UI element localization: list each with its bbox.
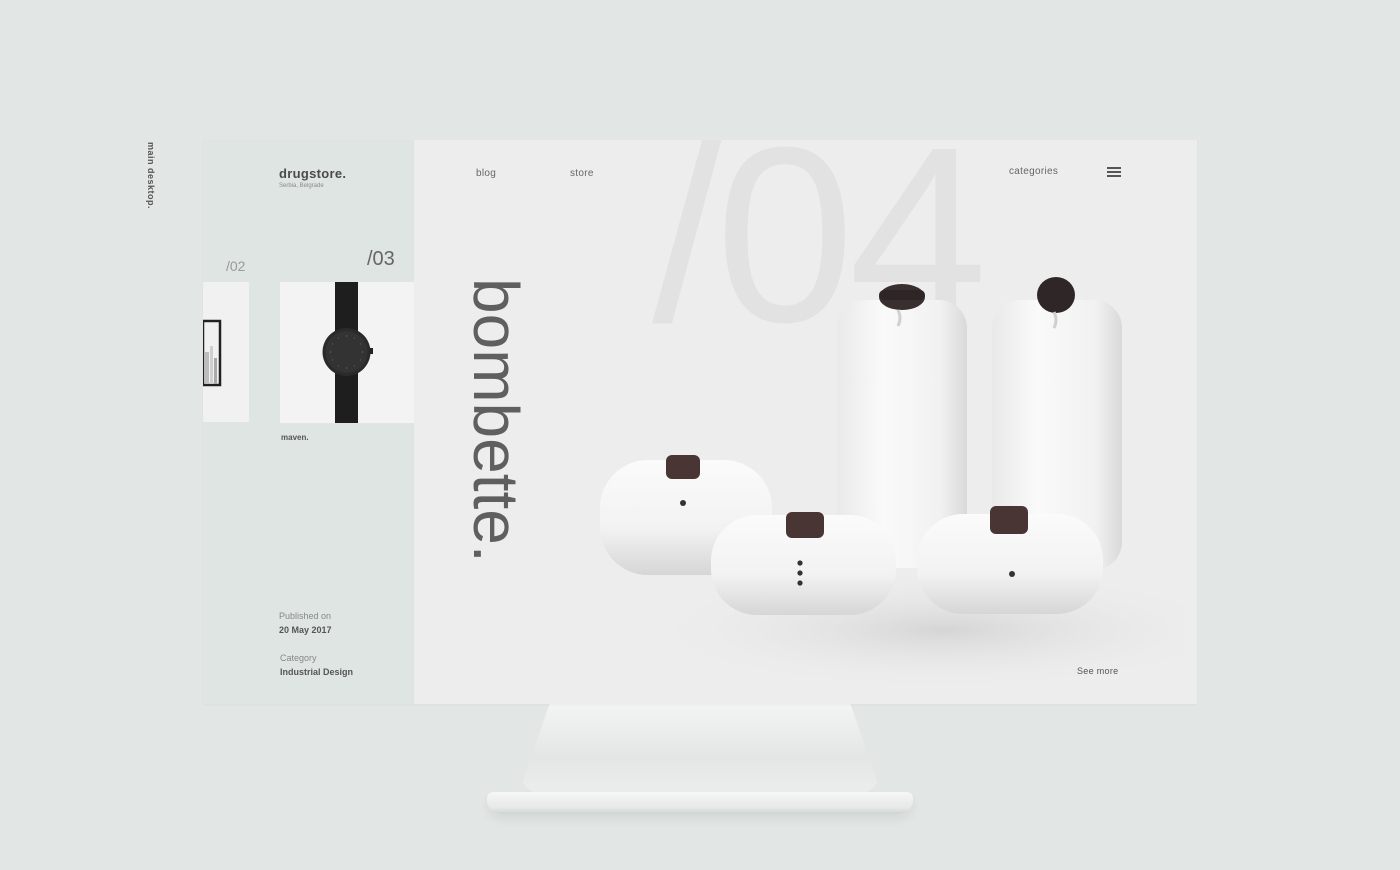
brand-name[interactable]: drugstore. xyxy=(279,166,346,181)
prev-index[interactable]: /02 xyxy=(226,258,245,274)
monitor-stand-neck xyxy=(518,700,882,796)
hamburger-menu-icon[interactable] xyxy=(1107,167,1121,179)
monitor-screen: drugstore. Serbia, Belgrade /02 /03 mave… xyxy=(203,140,1197,704)
nav-store[interactable]: store xyxy=(570,168,594,179)
shelf-image xyxy=(203,282,249,422)
published-label: Published on xyxy=(279,611,332,621)
published-date: 20 May 2017 xyxy=(279,625,332,635)
hero-title: bombette. xyxy=(460,278,532,563)
nav-categories[interactable]: categories xyxy=(1009,166,1058,177)
brand[interactable]: drugstore. Serbia, Belgrade xyxy=(279,166,346,189)
brand-location: Serbia, Belgrade xyxy=(279,183,324,189)
current-project-title[interactable]: maven. xyxy=(281,433,309,442)
prev-project-thumbnail[interactable] xyxy=(203,282,249,422)
category-label: Category xyxy=(280,653,317,663)
current-index[interactable]: /03 xyxy=(367,248,395,271)
see-more-link[interactable]: See more xyxy=(1077,666,1118,676)
product-image xyxy=(600,277,1184,690)
watch-image xyxy=(280,282,414,423)
monitor-stand-base xyxy=(487,792,913,814)
nav-blog[interactable]: blog xyxy=(476,168,496,179)
current-project-thumbnail[interactable] xyxy=(280,282,414,423)
sidebar: drugstore. Serbia, Belgrade /02 /03 mave… xyxy=(203,140,414,704)
main-content: /04 blog store categories bombette. See … xyxy=(414,140,1197,704)
side-label: main desktop. xyxy=(146,142,156,210)
category-value[interactable]: Industrial Design xyxy=(280,667,353,677)
